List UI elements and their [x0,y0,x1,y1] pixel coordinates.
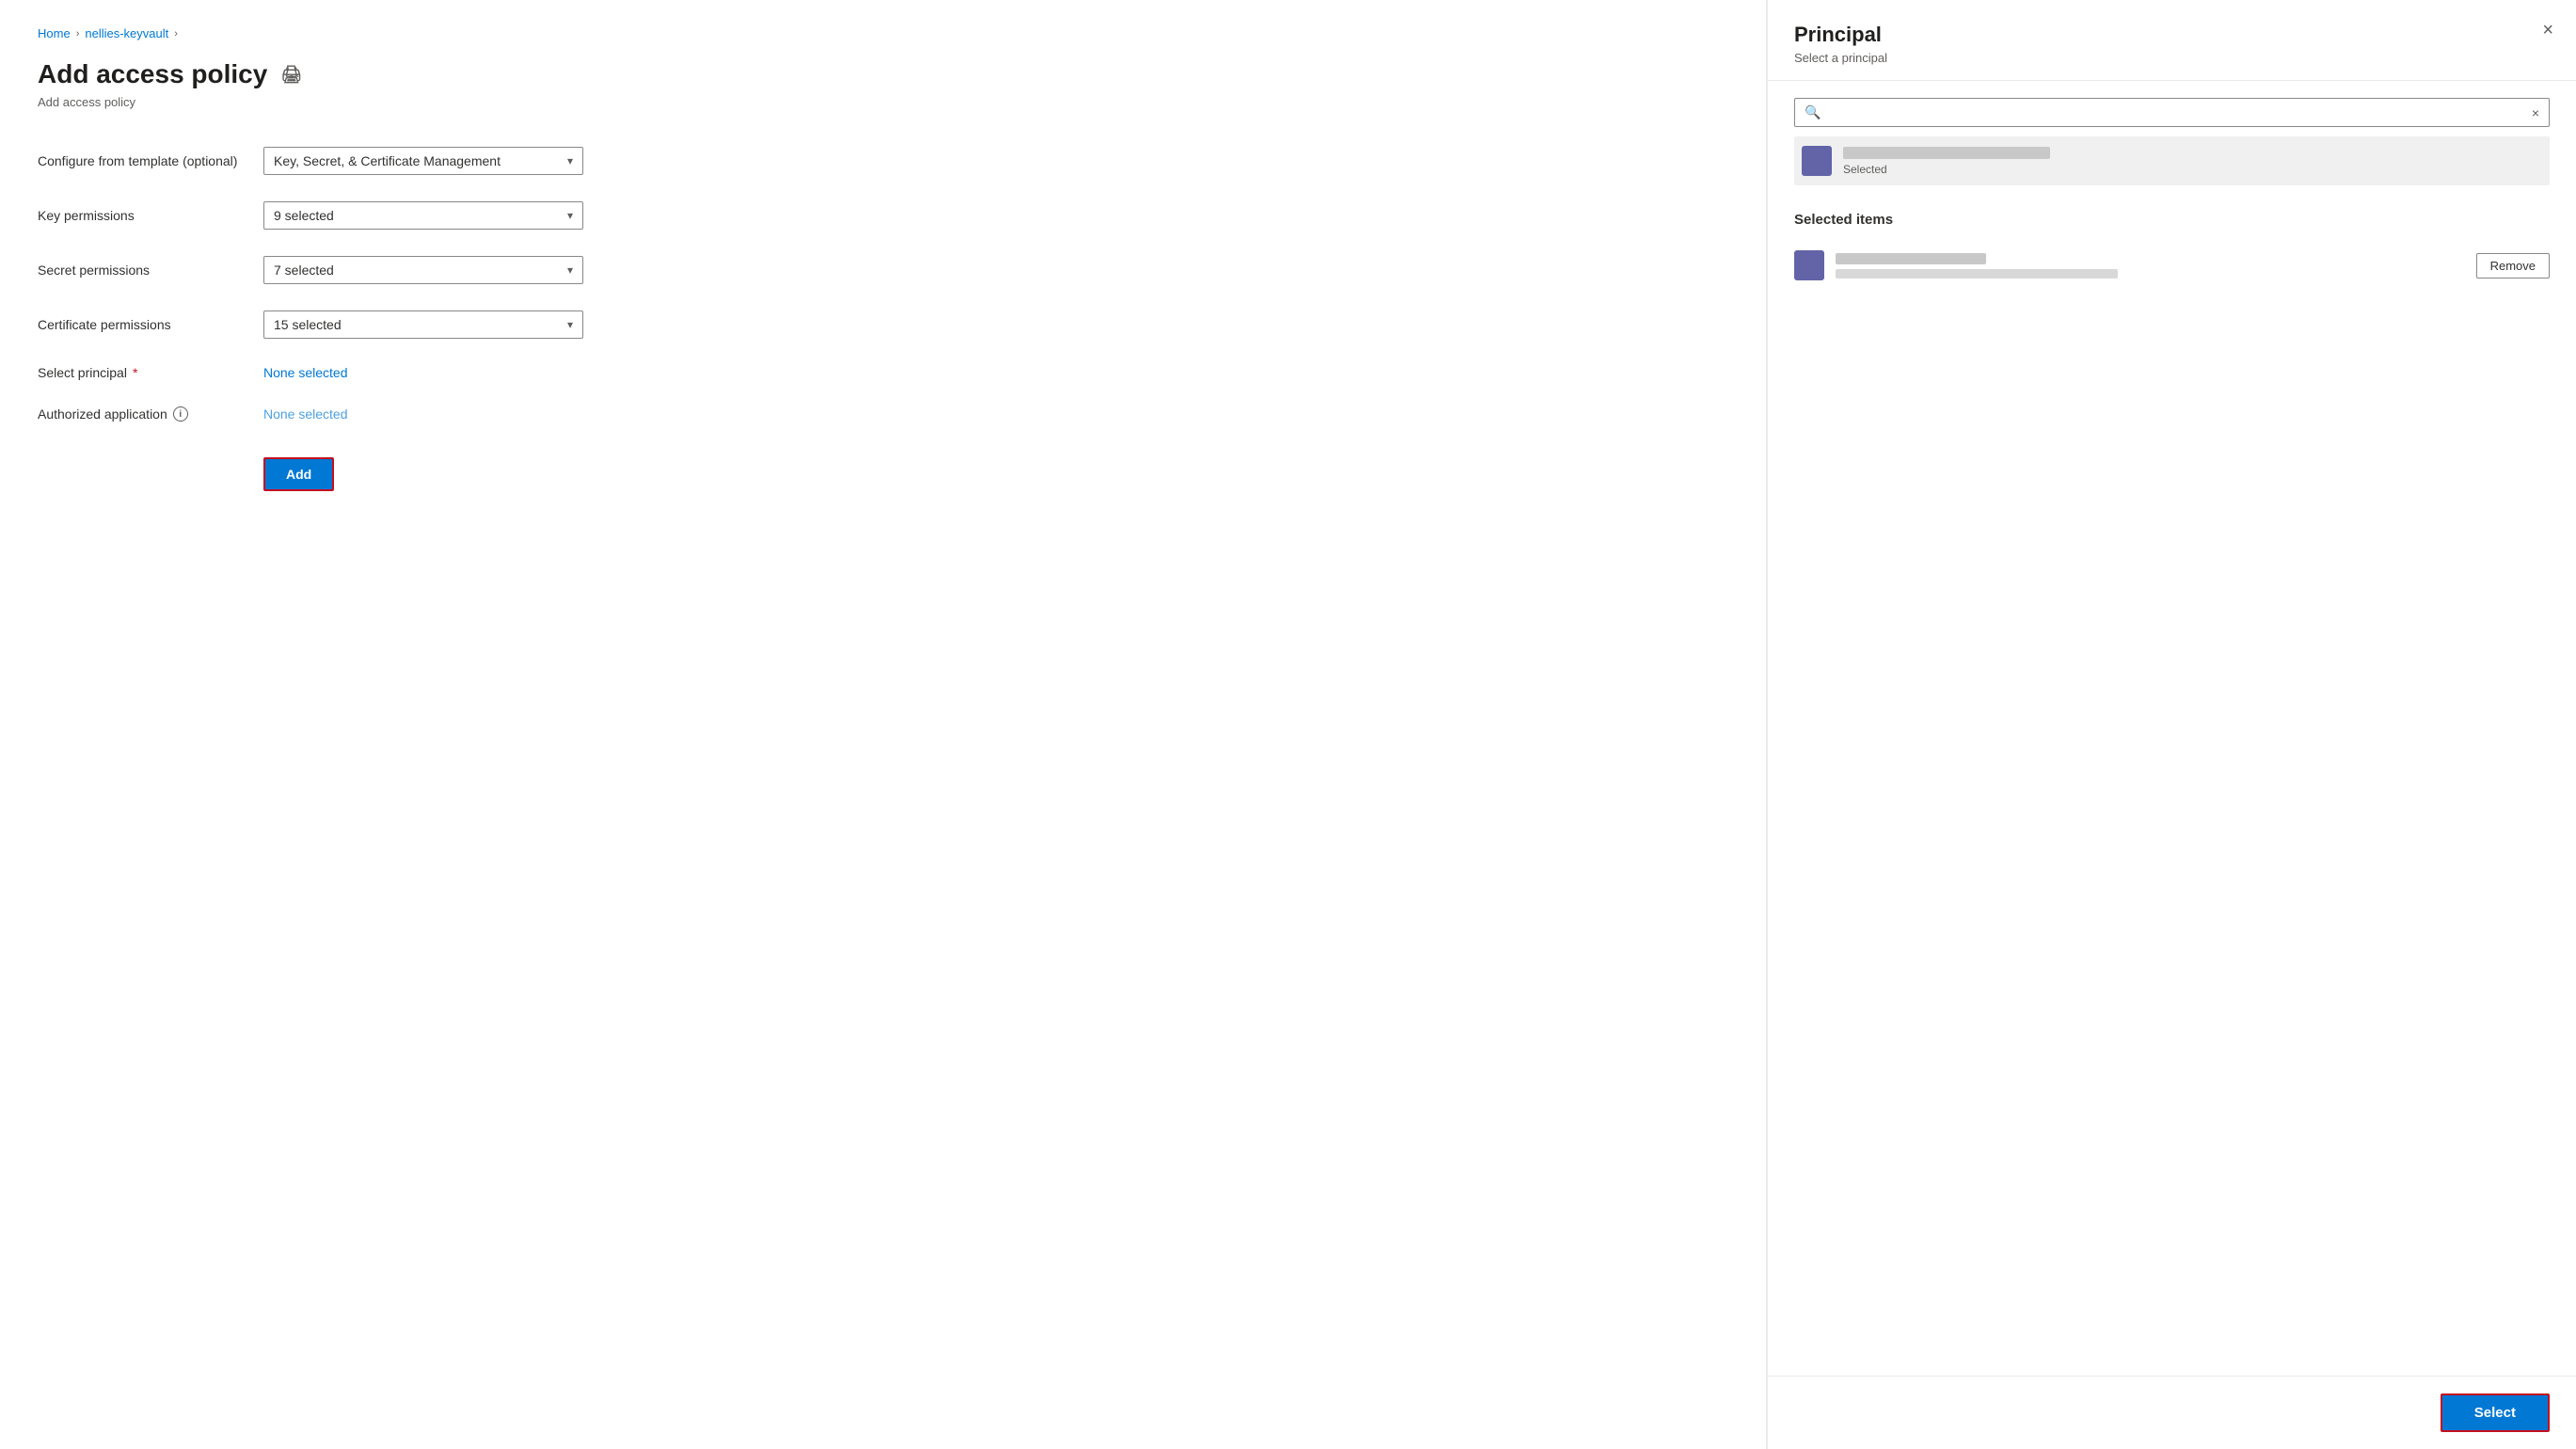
print-icon[interactable]: 🖨 [280,65,302,85]
search-input[interactable] [1828,105,2523,120]
certificate-permissions-chevron-icon: ▾ [567,318,573,331]
clear-search-icon[interactable]: × [2532,105,2539,120]
secret-permissions-chevron-icon: ▾ [567,263,573,277]
result-item[interactable]: Selected [1794,136,2550,185]
remove-button[interactable]: Remove [2476,253,2550,279]
breadcrumb-home[interactable]: Home [38,26,71,40]
required-star: * [133,365,137,380]
configure-label: Configure from template (optional) [38,153,263,168]
selected-items-title: Selected items [1794,212,2550,228]
result-item-selected-label: Selected [1843,163,2542,176]
selected-items-section: Selected items Remove [1794,212,2550,290]
breadcrumb-keyvault[interactable]: nellies-keyvault [85,26,168,40]
page-title-container: Add access policy 🖨 [38,59,1728,89]
configure-value: Key, Secret, & Certificate Management [274,153,501,168]
breadcrumb-chevron-1: › [76,28,80,40]
authorized-app-info-icon[interactable]: i [173,406,188,422]
key-permissions-value: 9 selected [274,208,334,223]
select-principal-link[interactable]: None selected [263,365,696,380]
breadcrumb-chevron-2: › [174,28,178,40]
result-item-name-bar [1843,147,2050,159]
result-item-avatar [1802,146,1832,176]
certificate-permissions-select[interactable]: 15 selected ▾ [263,310,583,339]
selected-item-name-bar [1836,253,1986,264]
panel-title: Principal [1794,23,2550,47]
key-permissions-chevron-icon: ▾ [567,209,573,222]
left-panel: Home › nellies-keyvault › Add access pol… [0,0,1767,1449]
select-principal-label: Select principal * [38,365,263,380]
add-button-wrapper: Add [263,448,696,491]
configure-select[interactable]: Key, Secret, & Certificate Management ▾ [263,147,583,175]
authorized-app-label: Authorized application i [38,406,263,422]
authorized-app-link[interactable]: None selected [263,406,696,422]
result-item-info: Selected [1843,147,2542,176]
panel-header: Principal Select a principal × [1768,0,2576,81]
certificate-permissions-label: Certificate permissions [38,317,263,332]
form-grid: Configure from template (optional) Key, … [38,147,696,491]
secret-permissions-label: Secret permissions [38,263,263,278]
select-button[interactable]: Select [2441,1393,2550,1432]
principal-panel: Principal Select a principal × 🔍 × Selec… [1767,0,2576,1449]
configure-chevron-icon: ▾ [567,154,573,167]
add-button[interactable]: Add [263,457,334,491]
selected-item-row: Remove [1794,241,2550,290]
search-box: 🔍 × [1794,98,2550,127]
panel-footer: Select [1768,1376,2576,1449]
page-subtitle: Add access policy [38,95,1728,109]
key-permissions-label: Key permissions [38,208,263,223]
selected-item-sub-bar [1836,269,2118,279]
panel-body: Selected items Remove [1768,185,2576,1376]
selected-item-info [1836,253,2465,279]
secret-permissions-value: 7 selected [274,263,334,278]
page-title: Add access policy [38,59,267,89]
certificate-permissions-value: 15 selected [274,317,342,332]
search-results: Selected [1794,136,2550,185]
key-permissions-select[interactable]: 9 selected ▾ [263,201,583,230]
close-button[interactable]: × [2542,21,2553,40]
selected-item-avatar [1794,250,1824,280]
search-icon: 🔍 [1805,104,1821,120]
panel-subtitle: Select a principal [1794,51,2550,65]
breadcrumb: Home › nellies-keyvault › [38,26,1728,40]
secret-permissions-select[interactable]: 7 selected ▾ [263,256,583,284]
